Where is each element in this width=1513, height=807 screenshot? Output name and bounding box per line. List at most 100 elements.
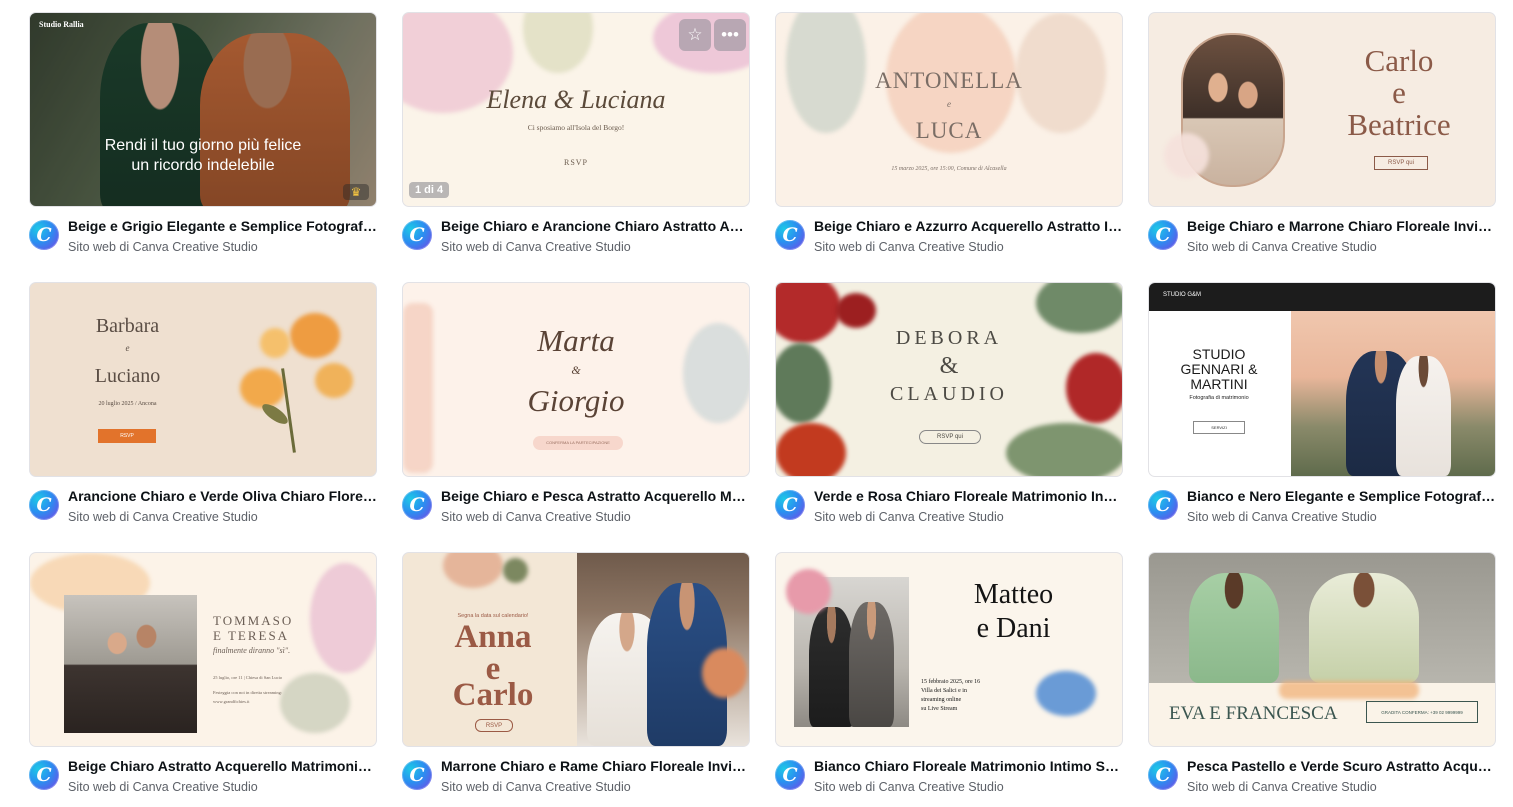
template-name: E TERESA (213, 628, 290, 643)
template-title[interactable]: Pesca Pastello e Verde Scuro Astratto Ac… (1187, 757, 1496, 775)
template-amp: & (571, 363, 581, 377)
template-author[interactable]: Sito web di Canva Creative Studio (441, 509, 750, 526)
template-live: su Live Stream (921, 706, 958, 712)
template-author[interactable]: Sito web di Canva Creative Studio (441, 779, 750, 796)
template-thumbnail[interactable]: EVA E FRANCESCA GRADITA CONFERMA: +39 02… (1148, 552, 1496, 747)
template-title[interactable]: Arancione Chiaro e Verde Oliva Chiaro Fl… (68, 487, 377, 505)
template-card[interactable]: Studio Rallia Rendi il tuo giorno più fe… (29, 12, 377, 267)
creator-avatar[interactable]: C (402, 490, 432, 520)
template-card[interactable]: Marta & Giorgio CONFERMA LA PARTECIPAZIO… (402, 282, 750, 537)
rsvp-button: RSVP (98, 429, 156, 443)
template-card[interactable]: Segna la data sul calendario! Anna e Car… (402, 552, 750, 807)
template-author[interactable]: Sito web di Canva Creative Studio (68, 779, 377, 796)
template-title[interactable]: Marrone Chiaro e Rame Chiaro Floreale In… (441, 757, 750, 775)
template-card[interactable]: Barbara e Luciano 20 luglio 2025 / Ancon… (29, 282, 377, 537)
star-icon[interactable]: ☆ (679, 19, 711, 51)
template-name: Barbara (95, 315, 160, 337)
template-thumbnail[interactable]: Elena & Luciana Ci sposiamo all'Isola de… (402, 12, 750, 207)
template-title[interactable]: Bianco Chiaro Floreale Matrimonio Intimo… (814, 757, 1123, 775)
template-author[interactable]: Sito web di Canva Creative Studio (1187, 779, 1496, 796)
template-amp: e (125, 343, 130, 353)
template-card[interactable]: EVA E FRANCESCA GRADITA CONFERMA: +39 02… (1148, 552, 1496, 807)
flower-illustration (220, 308, 360, 458)
creator-avatar[interactable]: C (1148, 490, 1178, 520)
template-name: LUCA (915, 118, 983, 143)
template-headline: GENNARI & (1180, 361, 1258, 377)
template-title[interactable]: Beige Chiaro e Arancione Chiaro Astratto… (441, 217, 750, 235)
creator-avatar[interactable]: C (402, 220, 432, 250)
template-card[interactable]: Carlo e Beatrice RSVP qui C Beige Chiaro… (1148, 12, 1496, 267)
template-title[interactable]: Beige Chiaro e Marrone Chiaro Floreale I… (1187, 217, 1496, 235)
creator-avatar[interactable]: C (29, 490, 59, 520)
template-card[interactable]: STUDIO G&M STUDIO GENNARI & MARTINI Foto… (1148, 282, 1496, 537)
template-author[interactable]: Sito web di Canva Creative Studio (1187, 239, 1496, 256)
cta-button: CONFERMA LA PARTECIPAZIONE (533, 436, 623, 450)
template-author[interactable]: Sito web di Canva Creative Studio (814, 509, 1123, 526)
template-thumbnail[interactable]: TOMMASO E TERESA finalmente diranno "sì"… (29, 552, 377, 747)
template-name: e Dani (976, 613, 1051, 644)
template-names: Elena & Luciana (486, 85, 666, 114)
template-author[interactable]: Sito web di Canva Creative Studio (68, 509, 377, 526)
template-name: Beatrice (1347, 107, 1451, 142)
template-thumbnail[interactable]: ANTONELLA e LUCA 15 marzo 2025, ore 15:0… (775, 12, 1123, 207)
more-icon[interactable]: ••• (714, 19, 746, 51)
creator-avatar[interactable]: C (1148, 220, 1178, 250)
template-tagline: finalmente diranno "sì". (213, 646, 291, 655)
template-thumbnail[interactable]: Marta & Giorgio CONFERMA LA PARTECIPAZIO… (402, 282, 750, 477)
template-brand: STUDIO G&M (1163, 292, 1202, 298)
template-thumbnail[interactable]: Barbara e Luciano 20 luglio 2025 / Ancon… (29, 282, 377, 477)
template-thumbnail[interactable]: Segna la data sul calendario! Anna e Car… (402, 552, 750, 747)
template-name: Carlo (452, 677, 534, 713)
services-button: SERVIZI (1193, 421, 1245, 434)
template-author[interactable]: Sito web di Canva Creative Studio (1187, 509, 1496, 526)
couple-photo (1291, 311, 1495, 476)
template-author[interactable]: Sito web di Canva Creative Studio (68, 239, 377, 256)
template-thumbnail[interactable]: Carlo e Beatrice RSVP qui (1148, 12, 1496, 207)
template-author[interactable]: Sito web di Canva Creative Studio (441, 239, 750, 256)
template-card[interactable]: DEBORA & CLAUDIO RSVP qui C Verde e Rosa… (775, 282, 1123, 537)
template-name: Luciano (94, 365, 161, 387)
template-amp: e (947, 99, 951, 109)
creator-avatar[interactable]: C (1148, 760, 1178, 790)
template-card[interactable]: Matteo e Dani 15 febbraio 2025, ore 16 V… (775, 552, 1123, 807)
template-headline: MARTINI (1190, 376, 1248, 392)
crown-icon: ♛ (343, 184, 369, 200)
template-name: Matteo (973, 579, 1054, 610)
template-name: Giorgio (527, 383, 625, 418)
template-title[interactable]: Beige Chiaro e Azzurro Acquerello Astrat… (814, 217, 1123, 235)
template-card[interactable]: TOMMASO E TERESA finalmente diranno "sì"… (29, 552, 377, 807)
page-count-badge: 1 di 4 (409, 182, 450, 198)
template-name: ANTONELLA (875, 68, 1023, 93)
creator-avatar[interactable]: C (29, 760, 59, 790)
template-title[interactable]: Beige e Grigio Elegante e Semplice Fotog… (68, 217, 377, 235)
template-stream: Festeggia con noi in diretta streaming: (213, 690, 283, 695)
creator-avatar[interactable]: C (775, 220, 805, 250)
template-name: Carlo (1364, 43, 1434, 78)
template-thumbnail[interactable]: Studio Rallia Rendi il tuo giorno più fe… (29, 12, 377, 207)
template-thumbnail[interactable]: DEBORA & CLAUDIO RSVP qui (775, 282, 1123, 477)
template-date: 15 marzo 2025, ore 15:00, Comune di Alca… (891, 166, 1007, 172)
creator-avatar[interactable]: C (775, 760, 805, 790)
template-thumbnail[interactable]: Matteo e Dani 15 febbraio 2025, ore 16 V… (775, 552, 1123, 747)
template-amp: & (939, 353, 959, 379)
creator-avatar[interactable]: C (775, 490, 805, 520)
template-thumbnail[interactable]: STUDIO G&M STUDIO GENNARI & MARTINI Foto… (1148, 282, 1496, 477)
template-card[interactable]: Elena & Luciana Ci sposiamo all'Isola de… (402, 12, 750, 267)
template-brand: Studio Rallia (39, 20, 84, 29)
template-card[interactable]: ANTONELLA e LUCA 15 marzo 2025, ore 15:0… (775, 12, 1123, 267)
template-headline: Rendi il tuo giorno più felice (104, 137, 302, 154)
template-author[interactable]: Sito web di Canva Creative Studio (814, 779, 1123, 796)
template-date: 20 luglio 2025 / Ancona (98, 401, 157, 407)
template-title[interactable]: Bianco e Nero Elegante e Semplice Fotogr… (1187, 487, 1496, 505)
template-date: 25 luglio, ore 11 | Chiesa di San Lucio (213, 675, 283, 680)
creator-avatar[interactable]: C (402, 760, 432, 790)
rsvp-button: RSVP qui (919, 430, 981, 444)
template-name: DEBORA (895, 327, 1003, 349)
template-tagline: Ci sposiamo all'Isola del Borgo! (527, 123, 625, 132)
template-title[interactable]: Verde e Rosa Chiaro Floreale Matrimonio … (814, 487, 1123, 505)
template-author[interactable]: Sito web di Canva Creative Studio (814, 239, 1123, 256)
template-title[interactable]: Beige Chiaro Astratto Acquerello Matrimo… (68, 757, 377, 775)
template-title[interactable]: Beige Chiaro e Pesca Astratto Acquerello… (441, 487, 750, 505)
creator-avatar[interactable]: C (29, 220, 59, 250)
couple-photo (577, 553, 749, 746)
